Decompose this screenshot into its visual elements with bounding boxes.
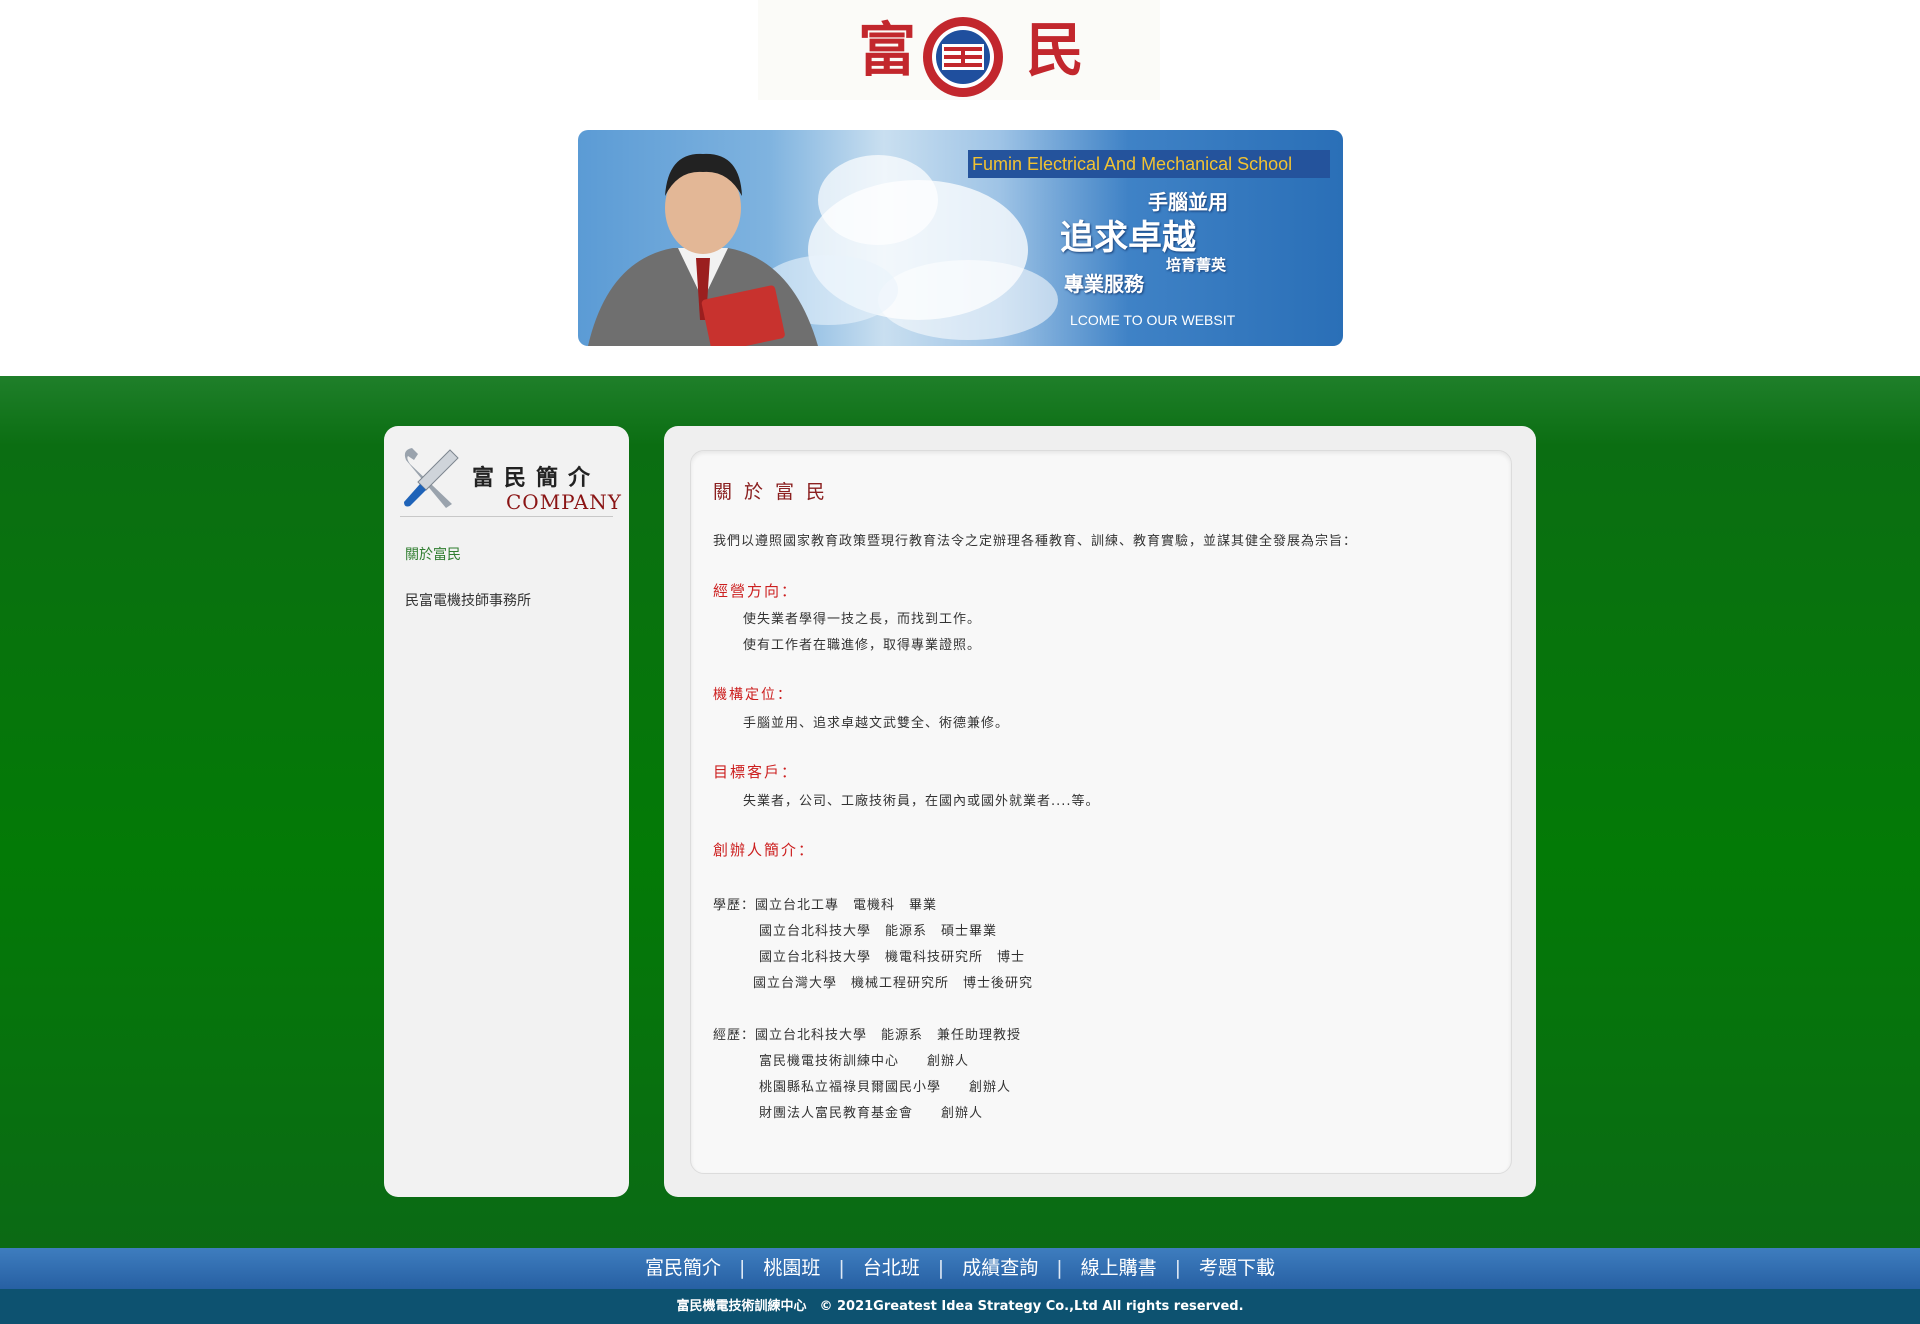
banner-slogan-4: 專業服務	[1064, 272, 1144, 296]
banner-slogan-3: 培育菁英	[1166, 256, 1227, 274]
education-line-2: 國立台北科技大學 能源系 碩士畢業	[759, 924, 998, 939]
logo-char-right: 民	[1026, 16, 1085, 84]
footer-link-downloads[interactable]: 考題下載	[1199, 1257, 1275, 1279]
direction-line-2: 使有工作者在職進修，取得專業證照。	[743, 638, 982, 653]
school-emblem-icon	[923, 17, 1003, 97]
direction-line-1: 使失業者學得一技之長，而找到工作。	[743, 612, 982, 627]
experience-line-2: 富民機電技術訓練中心 創辦人	[759, 1054, 970, 1069]
education-line-4: 國立台灣大學 機械工程研究所 博士後研究	[753, 976, 1034, 991]
banner-welcome: LCOME TO OUR WEBSIT	[1070, 312, 1236, 328]
intro-text: 我們以遵照國家教育政策暨現行教育法令之定辦理各種教育、訓練、教育實驗，並謀其健全…	[713, 534, 1358, 549]
footer-link-bookstore[interactable]: 線上購書	[1081, 1257, 1157, 1279]
site-logo[interactable]: 富 民	[758, 0, 1160, 100]
sidebar-title-en: COMPANY	[506, 490, 622, 514]
education-line-1: 學歷：國立台北工專 電機科 畢業	[713, 898, 938, 913]
nav-separator: |	[1056, 1257, 1063, 1279]
experience-line-4: 財團法人富民教育基金會 創辦人	[759, 1106, 984, 1121]
sidebar-header: 富民簡介 COMPANY	[400, 442, 621, 517]
footer-nav-links: 富民簡介 | 桃園班 | 台北班 | 成績查詢 | 線上購書 | 考題下載	[0, 1248, 1920, 1289]
sidebar: 富民簡介 COMPANY 關於富民 民富電機技師事務所	[384, 426, 629, 1197]
section-heading-founder: 創辦人簡介：	[713, 841, 816, 859]
content-card: 關於富民 我們以遵照國家教育政策暨現行教育法令之定辦理各種教育、訓練、教育實驗，…	[690, 450, 1512, 1174]
footer-link-grades[interactable]: 成績查詢	[962, 1257, 1038, 1279]
sidebar-item-about[interactable]: 關於富民	[405, 544, 461, 564]
page-title: 關於富民	[713, 481, 838, 503]
footer-link-taoyuan[interactable]: 桃園班	[763, 1257, 820, 1279]
tools-icon	[404, 448, 459, 508]
banner-slogan-2: 追求卓越	[1060, 218, 1196, 258]
section-heading-customers: 目標客戶：	[713, 763, 799, 781]
nav-separator: |	[838, 1257, 845, 1279]
education-line-3: 國立台北科技大學 機電科技研究所 博士	[759, 950, 1026, 965]
footer-link-taipei[interactable]: 台北班	[863, 1257, 920, 1279]
hero-banner: Fumin Electrical And Mechanical School 手…	[578, 130, 1343, 346]
positioning-line-1: 手腦並用、追求卓越文武雙全、術德兼修。	[743, 716, 1010, 731]
main-panel: 關於富民 我們以遵照國家教育政策暨現行教育法令之定辦理各種教育、訓練、教育實驗，…	[664, 426, 1536, 1197]
logo-char-left: 富	[858, 16, 917, 84]
customers-line-1: 失業者，公司、工廠技術員，在國內或國外就業者....等。	[743, 794, 1100, 809]
sidebar-item-engineering-office[interactable]: 民富電機技師事務所	[405, 590, 531, 610]
experience-line-3: 桃園縣私立福祿貝爾國民小學 創辦人	[759, 1080, 1012, 1095]
copyright-bar: 富民機電技術訓練中心 © 2021Greatest Idea Strategy …	[0, 1289, 1920, 1324]
footer-link-about[interactable]: 富民簡介	[645, 1257, 721, 1279]
sidebar-title-zh: 富民簡介	[472, 466, 601, 491]
section-heading-positioning: 機構定位：	[713, 687, 793, 703]
nav-separator: |	[1174, 1257, 1182, 1279]
nav-separator: |	[738, 1257, 746, 1279]
banner-english-title: Fumin Electrical And Mechanical School	[968, 150, 1330, 178]
section-heading-direction: 經營方向：	[713, 582, 799, 600]
nav-separator: |	[937, 1257, 945, 1279]
experience-line-1: 經歷：國立台北科技大學 能源系 兼任助理教授	[713, 1028, 1022, 1043]
footer-nav: 富民簡介 | 桃園班 | 台北班 | 成績查詢 | 線上購書 | 考題下載	[0, 1248, 1920, 1289]
